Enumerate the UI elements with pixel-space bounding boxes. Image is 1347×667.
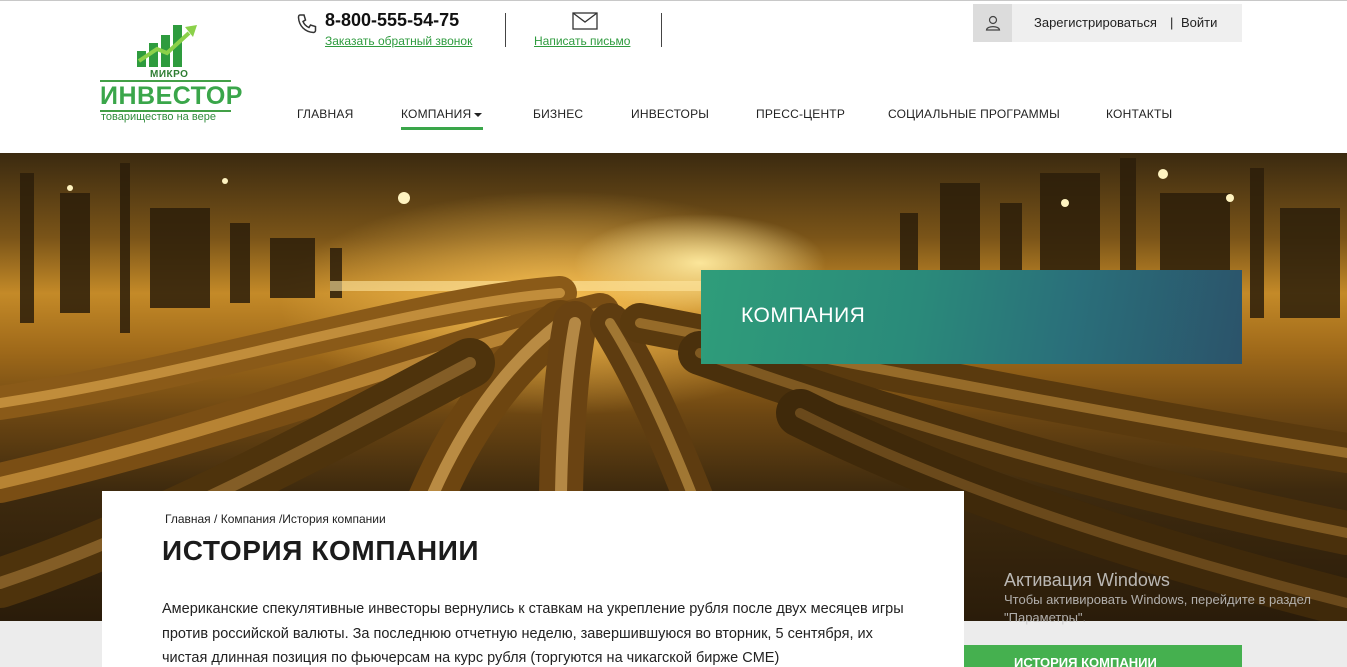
breadcrumb-company-link[interactable]: Компания (221, 512, 276, 526)
mail-contact: Написать письмо (534, 10, 639, 50)
logo-small-text: МИКРО (150, 69, 189, 80)
content-card: Главная / Компания /История компании ИСТ… (102, 491, 964, 667)
nav-item-home[interactable]: ГЛАВНАЯ (297, 107, 353, 121)
nav-item-contacts[interactable]: КОНТАКТЫ (1106, 107, 1172, 121)
sidebar-tab-history[interactable]: ИСТОРИЯ КОМПАНИИ (964, 645, 1242, 667)
logo-chart-icon (137, 25, 197, 67)
windows-activation-title: Активация Windows (1004, 570, 1170, 590)
breadcrumb-current: История компании (282, 512, 386, 526)
user-icon[interactable] (973, 4, 1012, 42)
envelope-icon (572, 12, 598, 30)
header-divider (661, 13, 662, 47)
nav-item-press[interactable]: ПРЕСС-ЦЕНТР (756, 107, 845, 121)
nav-item-company-label: КОМПАНИЯ (401, 107, 472, 121)
breadcrumb: Главная / Компания /История компании (165, 512, 386, 526)
nav-active-indicator (401, 127, 483, 130)
register-link[interactable]: Зарегистрироваться (1034, 15, 1157, 30)
auth-panel: Зарегистрироваться | Войти (973, 4, 1242, 42)
nav-item-business[interactable]: БИЗНЕС (533, 107, 583, 121)
page-title: ИСТОРИЯ КОМПАНИИ (162, 535, 480, 566)
auth-divider: | (1170, 15, 1174, 30)
breadcrumb-separator: / (210, 512, 221, 526)
phone-number[interactable]: 8-800-555-54-75 (325, 10, 459, 31)
site-header: МИКРО ИНВЕСТОР товарищество на вере 8-80… (0, 0, 1347, 153)
logo-tagline: товарищество на вере (101, 111, 216, 123)
logo-brand-text: ИНВЕСТОР (100, 82, 243, 110)
nav-item-company[interactable]: КОМПАНИЯ (401, 107, 483, 121)
write-letter-link[interactable]: Написать письмо (534, 34, 630, 48)
login-link[interactable]: Войти (1181, 15, 1217, 30)
article-paragraph: Американские спекулятивные инвесторы вер… (162, 601, 904, 666)
caret-down-icon (474, 112, 483, 117)
header-divider (505, 13, 506, 47)
breadcrumb-home-link[interactable]: Главная (165, 512, 211, 526)
windows-activation-text: Чтобы активировать Windows, перейдите в … (1004, 592, 1311, 625)
nav-item-investors[interactable]: ИНВЕСТОРЫ (631, 107, 709, 121)
sidebar-tab-label: ИСТОРИЯ КОМПАНИИ (1014, 655, 1157, 667)
windows-activation-watermark: Активация Windows Чтобы активировать Win… (1004, 569, 1344, 627)
section-banner-title: КОМПАНИЯ (741, 304, 866, 327)
callback-link[interactable]: Заказать обратный звонок (325, 34, 472, 48)
logo[interactable]: МИКРО ИНВЕСТОР товарищество на вере (100, 21, 242, 129)
phone-icon (297, 14, 317, 34)
section-banner: КОМПАНИЯ (701, 270, 1242, 364)
nav-item-social[interactable]: СОЦИАЛЬНЫЕ ПРОГРАММЫ (888, 107, 1060, 121)
